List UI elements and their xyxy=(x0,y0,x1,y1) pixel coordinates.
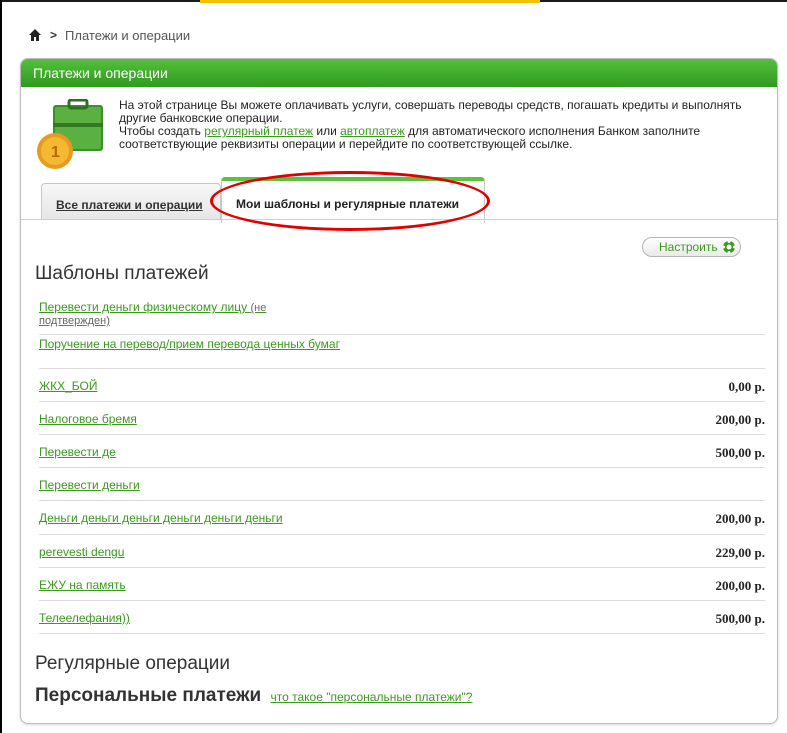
template-name-text: Перевести деньги физическому лицу xyxy=(39,300,248,314)
autopayment-link[interactable]: автоплатеж xyxy=(340,124,405,138)
chevron-right-icon: > xyxy=(50,28,58,42)
intro-text: На этой странице Вы можете оплачивать ус… xyxy=(119,99,765,151)
template-row: perevesti dengu 229,00 р. xyxy=(39,534,765,568)
breadcrumb-current: Платежи и операции xyxy=(65,27,191,43)
template-amount: 500,00 р. xyxy=(715,611,765,626)
tab-all-payments[interactable]: Все платежи и операции xyxy=(41,183,221,220)
template-row: Перевести деньги физическому лицу (не по… xyxy=(39,297,765,335)
configure-label: Настроить xyxy=(659,240,718,254)
personal-payments-help-link[interactable]: что такое "персональные платежи"? xyxy=(271,690,473,704)
template-row: ЖКХ_БОЙ 0,00 р. xyxy=(39,368,765,402)
template-link[interactable]: Деньги деньги деньги деньги деньги деньг… xyxy=(39,512,283,524)
template-link[interactable]: ЖКХ_БОЙ xyxy=(39,380,97,392)
window-edge xyxy=(0,0,2,733)
panel-title: Платежи и операции xyxy=(33,65,168,81)
template-link[interactable]: Телеелефания)) xyxy=(39,612,130,624)
briefcase-coin-icon: 1 xyxy=(37,99,103,169)
template-row: Налоговое бремя 200,00 р. xyxy=(39,401,765,435)
regular-payment-link[interactable]: регулярный платеж xyxy=(204,124,313,138)
template-amount: 0,00 р. xyxy=(728,379,765,394)
template-amount: 200,00 р. xyxy=(715,412,765,427)
home-icon[interactable] xyxy=(28,28,42,42)
template-amount: 200,00 р. xyxy=(715,578,765,593)
template-link[interactable]: Поручение на перевод/прием перевода ценн… xyxy=(39,338,359,350)
template-row: Перевести деньги xyxy=(39,467,765,501)
payments-panel: Платежи и операции 1 На этой странице Вы… xyxy=(20,58,778,724)
template-row: Перевести де 500,00 р. xyxy=(39,434,765,468)
template-amount: 200,00 р. xyxy=(715,511,765,526)
personal-payments-title: Персональные платежи xyxy=(35,685,262,706)
svg-text:1: 1 xyxy=(51,144,60,161)
breadcrumb: > Платежи и операции xyxy=(28,26,190,44)
template-link[interactable]: Перевести деньги xyxy=(39,479,140,491)
template-link[interactable]: Налоговое бремя xyxy=(39,413,137,425)
template-row: Телеелефания)) 500,00 р. xyxy=(39,600,765,634)
template-link[interactable]: ЕЖУ на память xyxy=(39,579,126,591)
template-link[interactable]: perevesti dengu xyxy=(39,546,124,558)
template-row: Деньги деньги деньги деньги деньги деньг… xyxy=(39,500,765,535)
intro-line2: Чтобы создать регулярный платеж или авто… xyxy=(119,124,701,151)
templates-heading: Шаблоны платежей xyxy=(35,263,209,284)
tab-all-payments-label: Все платежи и операции xyxy=(56,198,203,212)
intro-line1: На этой странице Вы можете оплачивать ус… xyxy=(119,98,742,125)
template-row: Поручение на перевод/прием перевода ценн… xyxy=(39,334,765,369)
gear-icon xyxy=(721,240,736,254)
personal-payments-heading: Персональные платежи что такое "персонал… xyxy=(35,685,472,707)
template-link[interactable]: Перевести деньги физическому лицу (не по… xyxy=(39,301,309,327)
annotation-ellipse xyxy=(210,171,490,231)
regular-operations-heading: Регулярные операции xyxy=(35,653,231,674)
template-row: ЕЖУ на память 200,00 р. xyxy=(39,567,765,601)
template-link[interactable]: Перевести де xyxy=(39,446,116,458)
template-amount: 229,00 р. xyxy=(715,545,765,560)
template-amount: 500,00 р. xyxy=(715,445,765,460)
top-bar xyxy=(0,0,787,8)
configure-button[interactable]: Настроить xyxy=(642,237,741,257)
panel-header: Платежи и операции xyxy=(21,59,777,87)
